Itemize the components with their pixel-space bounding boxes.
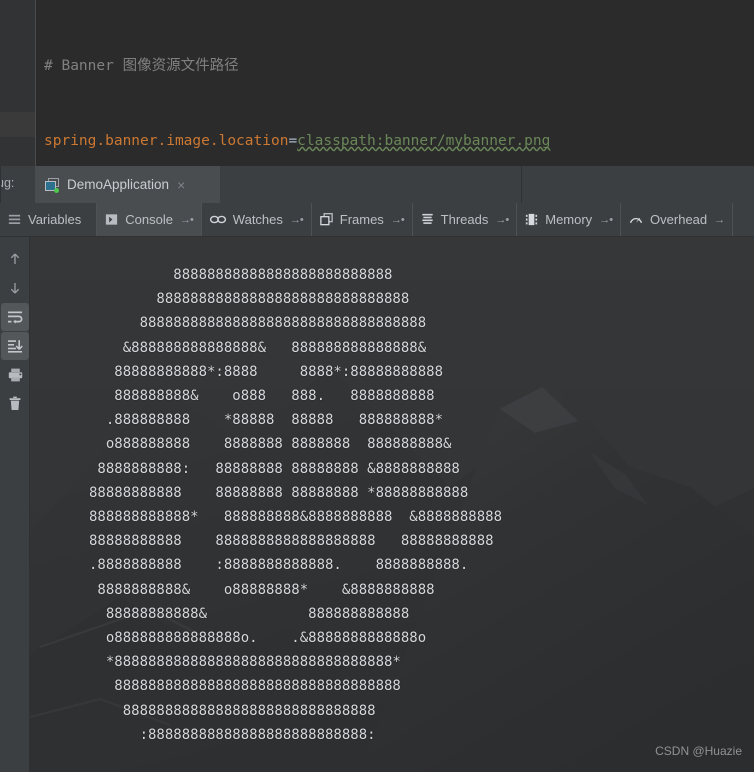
tab-label: Threads — [440, 212, 489, 227]
scroll-to-end-icon — [8, 340, 23, 353]
arrow-down-icon — [10, 283, 20, 294]
tab-console[interactable]: Console →• — [97, 203, 202, 236]
tab-watches[interactable]: Watches →• — [202, 203, 312, 236]
debug-session-tab-demoapplication[interactable]: DemoApplication × — [35, 166, 220, 203]
watches-icon — [209, 215, 226, 224]
tab-pin-icon[interactable]: → — [714, 214, 725, 226]
debug-tabs: Variables Console →• Watches →• Frames →… — [0, 203, 754, 237]
print-button[interactable] — [1, 361, 29, 389]
scroll-down-button[interactable] — [1, 274, 29, 302]
tab-label: Overhead — [650, 212, 708, 227]
watermark: CSDN @Huazie — [655, 744, 742, 758]
property-key: spring.banner.image.location — [44, 133, 289, 149]
tab-memory[interactable]: Memory →• — [517, 203, 622, 236]
tab-threads[interactable]: Threads →• — [413, 203, 518, 236]
console-scrollbar[interactable] — [749, 237, 754, 772]
tab-pin-icon[interactable]: →• — [599, 214, 613, 226]
printer-icon — [8, 368, 22, 382]
console-toolbar — [0, 237, 30, 772]
close-icon[interactable]: × — [177, 178, 185, 192]
tab-pin-icon[interactable]: →• — [495, 214, 509, 226]
soft-wrap-icon — [8, 311, 23, 324]
console-icon — [106, 214, 118, 225]
overhead-icon — [629, 217, 643, 224]
threads-icon — [422, 213, 433, 224]
property-eq: = — [288, 133, 298, 149]
comment-text: # Banner 图像资源文件路径 — [44, 58, 239, 74]
editor-pane[interactable]: # Banner 图像资源文件路径 spring.banner.image.lo… — [0, 0, 754, 166]
frames-icon — [319, 213, 333, 226]
clear-all-button[interactable] — [1, 390, 29, 418]
soft-wrap-button[interactable] — [1, 303, 29, 331]
arrow-up-icon — [10, 253, 20, 264]
idea-window: # Banner 图像资源文件路径 spring.banner.image.lo… — [0, 0, 754, 772]
code-line-comment: # Banner 图像资源文件路径 — [44, 54, 550, 79]
tab-label: Variables — [28, 212, 82, 227]
tab-pin-icon[interactable]: →• — [391, 214, 405, 226]
editor-gutter[interactable] — [0, 0, 36, 166]
tab-label: Watches — [232, 212, 283, 227]
tab-pin-icon[interactable]: →• — [180, 214, 194, 226]
tab-variables[interactable]: Variables — [0, 203, 98, 236]
tab-overhead[interactable]: Overhead → — [621, 203, 734, 236]
tab-label: Frames — [339, 212, 384, 227]
tab-frames[interactable]: Frames →• — [312, 203, 413, 236]
tab-pin-icon[interactable]: →• — [290, 214, 304, 226]
tab-label: Console — [125, 212, 173, 227]
gutter-current-line-marker — [0, 112, 35, 137]
debug-header-separator — [0, 166, 1, 203]
variables-icon — [8, 214, 21, 224]
code-line-location: spring.banner.image.location=classpath:b… — [44, 129, 550, 154]
memory-icon — [526, 213, 538, 226]
property-value: classpath:banner/mybanner.png — [297, 133, 551, 149]
scroll-up-button[interactable] — [1, 245, 29, 273]
debug-session-tab-label: DemoApplication — [67, 177, 170, 192]
console-banner-text: 88888888888888888888888888 8888888888888… — [89, 267, 503, 743]
console-output[interactable]: 88888888888888888888888888 8888888888888… — [30, 237, 754, 772]
debug-tab-strip-filler — [220, 166, 522, 203]
debug-label: ug: — [0, 176, 15, 190]
tab-label: Memory — [545, 212, 593, 227]
scroll-to-end-button[interactable] — [1, 332, 29, 360]
run-configuration-icon — [45, 177, 60, 193]
editor-code[interactable]: # Banner 图像资源文件路径 spring.banner.image.lo… — [44, 4, 550, 166]
trash-icon — [9, 396, 21, 410]
